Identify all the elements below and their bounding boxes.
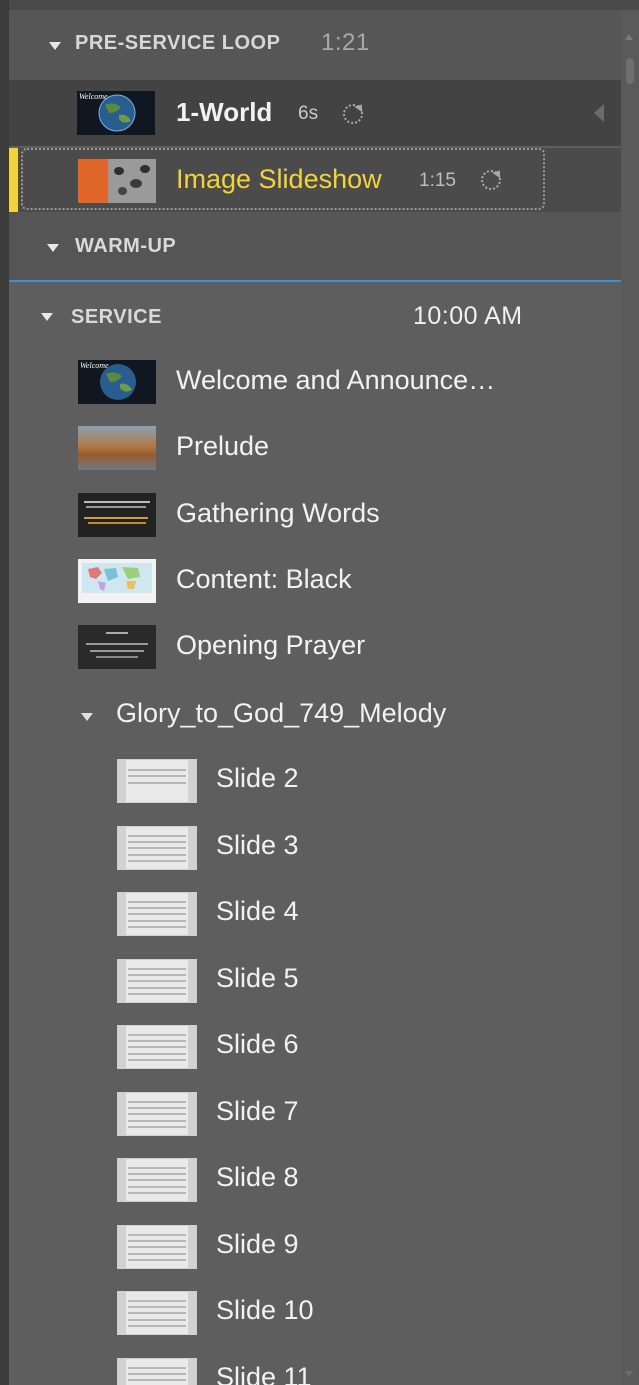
section-title: WARM-UP (75, 235, 177, 257)
vertical-scrollbar[interactable] (621, 10, 639, 1385)
item-thumbnail: Welcome (77, 91, 155, 135)
item-label: Content: Black (176, 564, 352, 594)
slide-label: Slide 6 (216, 1029, 299, 1059)
section-header-pre-service[interactable]: PRE-SERVICE LOOP 1:21 (9, 10, 621, 80)
item-duration: 6s (298, 103, 319, 124)
panel-left-edge (0, 0, 9, 1385)
scroll-up-icon[interactable] (625, 34, 633, 40)
slide-label: Slide 5 (216, 962, 299, 993)
slide-item[interactable]: Slide 11 (9, 1349, 621, 1385)
slide-item[interactable]: Slide 4 (9, 883, 621, 947)
section-header-service[interactable]: SERVICE 10:00 AM (9, 282, 621, 354)
loop-icon (481, 170, 501, 190)
group-header-glory-to-god[interactable]: Glory_to_God_749_Melody (9, 684, 621, 748)
item-label: 1-World (176, 97, 273, 127)
item-thumbnail (78, 426, 156, 470)
scroll-down-icon[interactable] (625, 1371, 633, 1377)
section-title: SERVICE (71, 306, 162, 328)
slide-label: Slide 4 (216, 896, 299, 926)
slide-label: Slide 11 (216, 1361, 312, 1385)
list-item-content-black[interactable]: Content: Black (9, 551, 621, 615)
item-thumbnail (78, 559, 156, 603)
item-label: Image Slideshow (176, 164, 382, 194)
caret-down-icon[interactable] (49, 42, 61, 50)
panel-top-border (0, 0, 639, 10)
slide-label: Slide 2 (216, 763, 299, 793)
item-thumbnail (78, 493, 156, 537)
list-item-gathering-words[interactable]: Gathering Words (9, 485, 621, 549)
slide-item[interactable]: Slide 10 (9, 1282, 621, 1346)
slide-label: Slide 9 (216, 1228, 299, 1259)
slide-thumbnail (117, 1291, 197, 1335)
item-duration: 1:15 (419, 170, 456, 191)
item-thumbnail (78, 625, 156, 669)
caret-down-icon[interactable] (41, 313, 53, 321)
slide-label: Slide 10 (216, 1295, 314, 1325)
slide-thumbnail (117, 892, 197, 936)
scroll-thumb[interactable] (626, 58, 634, 84)
list-item-opening-prayer[interactable]: Opening Prayer (9, 617, 621, 681)
slide-item[interactable]: Slide 2 (9, 750, 621, 814)
slide-thumbnail (117, 1224, 197, 1269)
slide-thumbnail (117, 1025, 197, 1069)
item-thumbnail (78, 159, 156, 203)
slide-thumbnail (117, 1357, 197, 1385)
section-title: PRE-SERVICE LOOP (75, 32, 281, 54)
slide-thumbnail (117, 1091, 197, 1136)
item-label: Prelude (176, 431, 270, 461)
speaker-icon[interactable] (594, 104, 604, 122)
slide-thumbnail (117, 825, 197, 870)
slide-thumbnail (117, 958, 197, 1003)
slide-thumbnail (117, 759, 197, 803)
item-thumbnail: Welcome (78, 360, 156, 404)
caret-down-icon[interactable] (47, 244, 59, 252)
thumbnail-caption: Welcome (79, 92, 108, 101)
service-order-panel: PRE-SERVICE LOOP 1:21 Welcome 1-World 6s (0, 0, 639, 1385)
service-time: 10:00 AM (413, 302, 523, 330)
slide-item[interactable]: Slide 5 (9, 950, 621, 1014)
slide-label: Slide 8 (216, 1162, 299, 1192)
item-label: Gathering Words (176, 498, 380, 528)
section-duration: 1:21 (321, 29, 370, 56)
list-item-image-slideshow[interactable]: Image Slideshow 1:15 (9, 148, 621, 212)
item-label: Welcome and Announce… (176, 365, 496, 395)
thumbnail-caption: Welcome (80, 361, 109, 370)
loop-icon (343, 104, 363, 124)
slide-item[interactable]: Slide 6 (9, 1016, 621, 1080)
slide-label: Slide 7 (216, 1095, 299, 1126)
slide-item[interactable]: Slide 8 (9, 1149, 621, 1213)
caret-down-icon[interactable] (81, 713, 93, 721)
selection-marker (9, 148, 18, 212)
slide-item[interactable]: Slide 7 (9, 1083, 621, 1147)
slide-item[interactable]: Slide 3 (9, 817, 621, 881)
list-item-1-world[interactable]: Welcome 1-World 6s (9, 80, 621, 146)
section-header-warm-up[interactable]: WARM-UP (9, 212, 621, 282)
list-item-prelude[interactable]: Prelude (9, 418, 621, 482)
slide-thumbnail (117, 1158, 197, 1202)
list-item-welcome[interactable]: Welcome Welcome and Announce… (9, 352, 621, 416)
item-label: Opening Prayer (176, 630, 366, 660)
group-label: Glory_to_God_749_Melody (116, 698, 447, 728)
slide-item[interactable]: Slide 9 (9, 1216, 621, 1280)
slide-label: Slide 3 (216, 829, 299, 860)
